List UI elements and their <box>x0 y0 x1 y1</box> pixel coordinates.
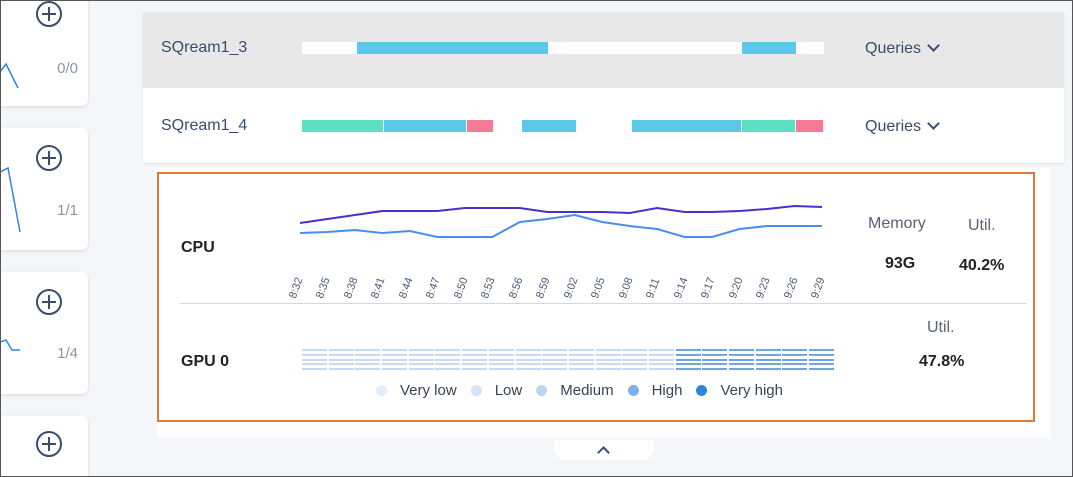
timeline-segment <box>494 120 522 132</box>
queries-label: Queries <box>865 118 922 135</box>
resource-card[interactable] <box>0 416 88 477</box>
gpu-usage-cell <box>408 349 434 370</box>
timeline-segment <box>356 42 550 54</box>
timeline-segment <box>549 42 742 54</box>
gpu-usage-cell <box>622 349 648 370</box>
gpu-usage-cell <box>568 349 594 370</box>
queries-label: Queries <box>865 40 922 57</box>
gpu-usage-cell <box>462 349 488 370</box>
gpu-usage-cell <box>675 349 701 370</box>
legend-label: Very low <box>400 382 457 399</box>
worker-name: SQream1_4 <box>161 117 248 134</box>
chevron-up-icon <box>597 446 610 459</box>
worker-row[interactable]: SQream1_3 Queries <box>143 12 1064 88</box>
query-timeline <box>302 42 824 54</box>
timeline-segment <box>302 42 357 54</box>
memory-label: Memory <box>868 215 926 232</box>
timeline-segment <box>576 120 632 132</box>
memory-value: 93G <box>885 255 916 272</box>
collapse-button[interactable] <box>554 440 654 460</box>
timeline-segment <box>302 120 385 132</box>
gpu-usage-cell <box>782 349 808 370</box>
legend-dot-icon <box>376 385 387 396</box>
chevron-down-icon <box>927 39 940 52</box>
gpu-usage-cell <box>328 349 354 370</box>
gpu-util-value: 47.8% <box>919 353 965 370</box>
add-circle-icon[interactable] <box>35 430 63 458</box>
legend-label: Low <box>494 382 523 399</box>
gpu-usage-cell <box>648 349 674 370</box>
legend-dot-icon <box>696 385 708 396</box>
worker-name: SQream1_3 <box>161 39 248 56</box>
gpu-usage-cell <box>515 349 541 370</box>
sparkline <box>0 339 20 351</box>
divider <box>180 303 1027 304</box>
timeline-segment <box>631 120 742 132</box>
legend-label: Very high <box>720 382 783 399</box>
resource-card[interactable]: 1/4 <box>0 272 88 394</box>
cpu-label: CPU <box>181 239 215 256</box>
legend-dot-icon <box>627 385 639 396</box>
timeline-segment <box>521 120 577 132</box>
legend-item: Very low <box>376 382 457 399</box>
gpu-usage-heatmap <box>302 349 836 370</box>
resource-card[interactable]: 1/1 <box>0 128 88 250</box>
sparkline <box>0 166 21 233</box>
timeline-segment <box>796 120 824 132</box>
timeline-segment <box>384 120 467 132</box>
gpu-usage-cell <box>382 349 408 370</box>
gpu-usage-cell <box>595 349 621 370</box>
gpu-usage-cell <box>302 349 327 370</box>
queries-dropdown[interactable]: Queries <box>865 117 940 136</box>
legend-dot-icon <box>536 385 548 396</box>
queries-dropdown[interactable]: Queries <box>865 39 940 58</box>
worker-list: SQream1_3 Queries SQream1_4 Queries <box>143 12 1064 163</box>
usage-legend: Very low Low Medium High Very high <box>376 382 797 399</box>
timeline-segment <box>796 42 824 54</box>
legend-dot-icon <box>470 385 482 396</box>
chevron-down-icon <box>927 117 940 130</box>
timeline-segment <box>741 42 797 54</box>
gpu-usage-cell <box>702 349 728 370</box>
cpu-series-line <box>300 213 822 238</box>
cpu-usage-chart <box>300 205 823 238</box>
legend-item: Very high <box>696 382 783 399</box>
legend-item: Low <box>470 382 523 399</box>
cpu-util-label: Util. <box>968 217 996 234</box>
gpu-usage-cell <box>755 349 781 370</box>
sparkline <box>0 62 19 89</box>
gpu-util-label: Util. <box>927 319 955 336</box>
add-circle-icon[interactable] <box>35 0 63 28</box>
cpu-util-value: 40.2% <box>959 257 1005 274</box>
gpu-usage-cell <box>542 349 568 370</box>
add-circle-icon[interactable] <box>35 288 63 316</box>
add-circle-icon[interactable] <box>35 144 63 172</box>
cpu-series-line <box>300 205 823 224</box>
legend-item: High <box>627 382 683 399</box>
card-count: 1/1 <box>57 202 78 219</box>
query-timeline <box>302 120 824 132</box>
gpu-usage-cell <box>435 349 461 370</box>
worker-row[interactable]: SQream1_4 Queries <box>143 90 1064 166</box>
resource-card[interactable]: 0/0 <box>0 0 88 106</box>
gpu-usage-cell <box>355 349 381 370</box>
card-count: 1/4 <box>57 345 78 362</box>
timeline-segment <box>741 120 797 132</box>
gpu-usage-cell <box>809 349 835 370</box>
legend-item: Medium <box>536 382 614 399</box>
gpu-usage-cell <box>729 349 754 370</box>
gpu-label: GPU 0 <box>181 353 230 370</box>
timeline-segment <box>466 120 495 132</box>
legend-label: High <box>651 382 683 399</box>
card-count: 0/0 <box>57 60 78 77</box>
legend-label: Medium <box>560 382 614 399</box>
gpu-usage-cell <box>488 349 514 370</box>
